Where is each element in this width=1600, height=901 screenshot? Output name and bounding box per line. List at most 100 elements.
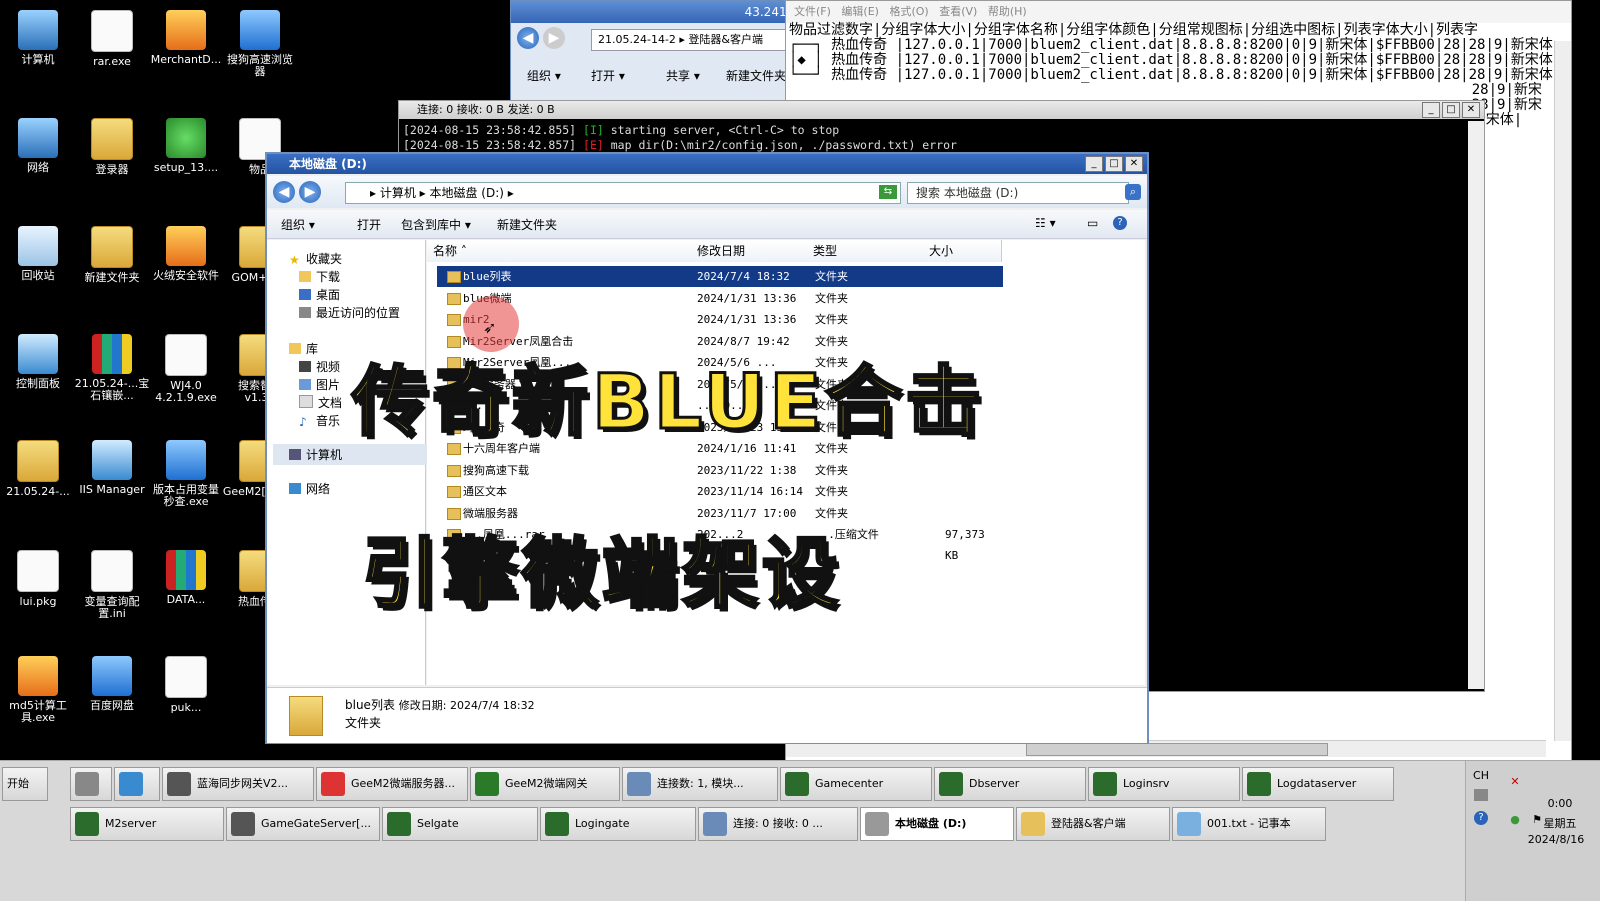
taskbar-button[interactable]: M2server — [70, 807, 224, 841]
desktop-icon-item[interactable]: 版本占用变量秒查.exe — [148, 440, 224, 508]
desktop-icon-item[interactable]: 网络 — [0, 118, 76, 174]
network-status-icon[interactable]: ✕ — [1506, 775, 1524, 789]
taskbar-button[interactable]: GameGateServer[... — [226, 807, 380, 841]
file-row[interactable]: 通区文本 2023/11/14 16:14 文件夹 — [437, 481, 1003, 502]
desktop-icon-item[interactable]: lui.pkg — [0, 550, 76, 608]
desktop-icon-item[interactable]: md5计算工具.exe — [0, 656, 76, 724]
preview-pane-icon[interactable]: ▭ — [1087, 216, 1098, 230]
taskbar-button[interactable]: 连接数: 1, 模块... — [622, 767, 778, 801]
file-row[interactable]: blue微端2024/1/31 13:36文件夹 — [437, 288, 1003, 309]
new-folder-button[interactable]: 新建文件夹 — [497, 216, 557, 233]
nav-network[interactable]: 网络 — [289, 480, 330, 497]
new-folder-button[interactable]: 新建文件夹 — [726, 67, 786, 84]
open-button[interactable]: 打开 ▾ — [591, 67, 625, 84]
taskbar-button[interactable]: 本地磁盘 (D:) — [860, 807, 1014, 841]
language-indicator[interactable]: CH — [1466, 769, 1496, 782]
taskbar-button[interactable]: Gamecenter — [780, 767, 932, 801]
minimize-icon[interactable]: _ — [1085, 156, 1103, 172]
taskbar-button[interactable]: GeeM2微端服务器... — [316, 767, 468, 801]
file-row[interactable]: blue列表 2024/7/4 18:32 文件夹 — [437, 266, 1003, 287]
nav-music[interactable]: ♪ 音乐 — [299, 412, 340, 429]
back-arrow-icon[interactable]: ◀ — [273, 181, 295, 203]
nav-favorites[interactable]: ★ 收藏夹 — [289, 250, 342, 267]
nav-videos[interactable]: 视频 — [299, 358, 340, 375]
vertical-scrollbar[interactable] — [1554, 41, 1571, 741]
desktop-icon-item[interactable]: 变量查询配置.ini — [74, 550, 150, 620]
back-forward-buttons[interactable]: ◀ ▶ — [515, 27, 575, 51]
clock-date[interactable]: 2024/8/16 — [1516, 833, 1596, 846]
desktop-icon-item[interactable]: 计算机 — [0, 10, 76, 66]
organize-button[interactable]: 组织 ▾ — [527, 67, 561, 84]
desktop-icon-item[interactable]: 新建文件夹 — [74, 226, 150, 284]
menu-format[interactable]: 格式(O) — [889, 5, 928, 18]
share-button[interactable]: 共享 ▾ — [666, 67, 700, 84]
taskbar-button[interactable]: 连接: 0 接收: 0 ... — [698, 807, 858, 841]
nav-pictures[interactable]: 图片 — [299, 376, 340, 393]
desktop-icon-item[interactable]: 火绒安全软件 — [148, 226, 224, 282]
address-bar[interactable]: 21.05.24-14-2 ▸ 登陆器&客户端 — [591, 29, 799, 51]
desktop-icon-item[interactable]: 搜狗高速浏览器 — [222, 10, 298, 78]
address-bar[interactable]: ▸ 计算机 ▸ 本地磁盘 (D:) ▸ — [345, 182, 901, 204]
desktop-icon-item[interactable]: WJ4.0 4.2.1.9.exe — [148, 334, 224, 404]
maximize-icon[interactable]: □ — [1105, 156, 1123, 172]
desktop-icon-item[interactable]: puk... — [148, 656, 224, 714]
taskbar-button[interactable]: 001.txt - 记事本 — [1172, 807, 1326, 841]
menu-view[interactable]: 查看(V) — [939, 5, 977, 18]
nav-downloads[interactable]: 下载 — [299, 268, 340, 285]
close-icon[interactable]: ✕ — [1125, 156, 1143, 172]
column-header-type[interactable]: 类型 — [807, 240, 924, 262]
column-header-size[interactable]: 大小 — [923, 240, 1002, 262]
view-options-icon[interactable]: ☷ ▾ — [1035, 216, 1056, 230]
desktop-icon-item[interactable]: 回收站 — [0, 226, 76, 282]
desktop-icon-item[interactable]: 百度网盘 — [74, 656, 150, 712]
desktop-icon-item[interactable]: rar.exe — [74, 10, 150, 68]
nav-documents[interactable]: 文档 — [299, 394, 342, 411]
help-icon[interactable]: ? — [1113, 216, 1127, 230]
scroll-thumb[interactable] — [1026, 743, 1328, 756]
console-scrollbar[interactable] — [1468, 121, 1484, 689]
refresh-icon[interactable]: ⇆ — [879, 185, 897, 199]
desktop-icon-item[interactable]: 登录器 — [74, 118, 150, 176]
maximize-icon[interactable]: □ — [1442, 102, 1460, 118]
nav-desktop[interactable]: 桌面 — [299, 286, 340, 303]
taskbar-button[interactable]: 蓝海同步网关V2... — [162, 767, 314, 801]
search-input[interactable]: 搜索 本地磁盘 (D:) — [907, 182, 1129, 204]
desktop-icon-item[interactable]: MerchantD... — [148, 10, 224, 66]
search-icon[interactable]: ⌕ — [1125, 184, 1141, 200]
start-button[interactable]: 开始 — [2, 767, 48, 801]
include-in-library-button[interactable]: 包含到库中 ▾ — [401, 216, 471, 233]
clock-time[interactable]: 0:00 — [1530, 797, 1590, 810]
taskbar-button[interactable] — [114, 767, 160, 801]
desktop-icon-item[interactable]: 21.05.24-... — [0, 440, 76, 498]
forward-arrow-icon[interactable]: ▶ — [543, 27, 565, 49]
desktop-icon-item[interactable]: 控制面板 — [0, 334, 76, 390]
column-header-name[interactable]: 名称 ˄ — [427, 240, 692, 262]
nav-recent[interactable]: 最近访问的位置 — [299, 304, 400, 321]
taskbar-button[interactable]: GeeM2微端网关 — [470, 767, 620, 801]
menu-help[interactable]: 帮助(H) — [988, 5, 1027, 18]
minimize-icon[interactable]: _ — [1422, 102, 1440, 118]
column-header-date[interactable]: 修改日期 — [691, 240, 808, 262]
menu-file[interactable]: 文件(F) — [794, 5, 831, 18]
taskbar-button[interactable] — [70, 767, 112, 801]
taskbar-button[interactable]: Logingate — [540, 807, 696, 841]
taskbar-button[interactable]: 登陆器&客户端 — [1016, 807, 1170, 841]
menu-edit[interactable]: 编辑(E) — [841, 5, 879, 18]
file-row[interactable]: 搜狗高速下载 2023/11/22 1:38 文件夹 — [437, 460, 1003, 481]
keyboard-icon[interactable] — [1474, 789, 1488, 801]
nav-library[interactable]: 库 — [289, 340, 318, 357]
taskbar-button[interactable]: Logdataserver — [1242, 767, 1394, 801]
file-row[interactable]: mir22024/1/31 13:36文件夹 — [437, 309, 1003, 330]
forward-arrow-icon[interactable]: ▶ — [299, 181, 321, 203]
help-tray-icon[interactable]: ? — [1474, 811, 1488, 825]
taskbar-button[interactable]: Dbserver — [934, 767, 1086, 801]
clock-weekday[interactable]: 星期五 — [1530, 815, 1590, 831]
security-shield-icon[interactable]: ● — [1506, 813, 1524, 827]
desktop-icon-item[interactable]: DATA... — [148, 550, 224, 606]
open-button[interactable]: 打开 — [357, 216, 381, 233]
taskbar-button[interactable]: Selgate — [382, 807, 538, 841]
close-icon[interactable]: ✕ — [1462, 102, 1480, 118]
desktop-icon-item[interactable]: setup_13.... — [148, 118, 224, 174]
back-arrow-icon[interactable]: ◀ — [517, 27, 539, 49]
taskbar-button[interactable]: Loginsrv — [1088, 767, 1240, 801]
